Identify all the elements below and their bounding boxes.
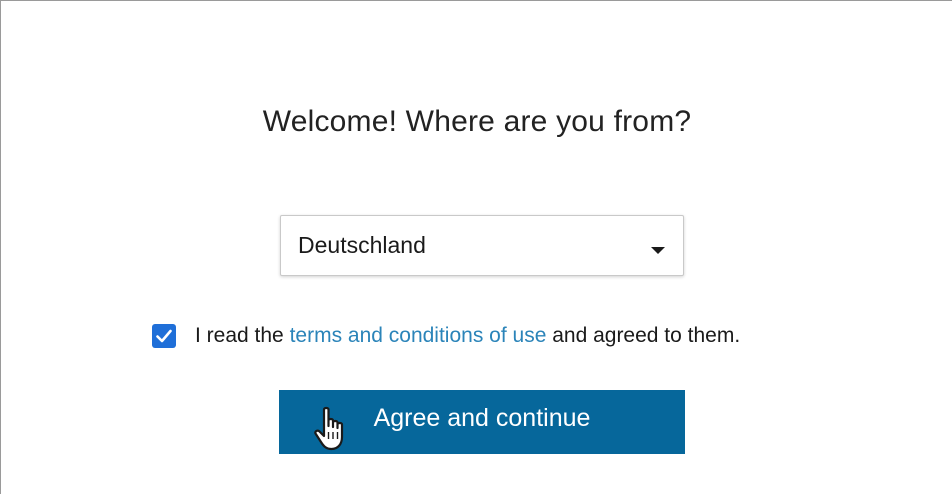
page-frame: Welcome! Where are you from? Deutschland… bbox=[0, 0, 952, 494]
terms-consent-text: I read the terms and conditions of use a… bbox=[195, 324, 740, 348]
hand-pointer-icon bbox=[314, 406, 344, 451]
checkmark-icon bbox=[156, 329, 172, 343]
caret-down-icon bbox=[651, 247, 665, 254]
page-title: Welcome! Where are you from? bbox=[262, 105, 692, 138]
country-select[interactable]: Deutschland bbox=[280, 215, 684, 276]
terms-consent-row: I read the terms and conditions of use a… bbox=[152, 323, 740, 349]
country-select-value: Deutschland bbox=[298, 232, 426, 258]
consent-text-after: and agreed to them. bbox=[546, 324, 741, 347]
consent-text-before: I read the bbox=[195, 324, 290, 347]
terms-link[interactable]: terms and conditions of use bbox=[290, 324, 547, 347]
terms-checkbox[interactable] bbox=[152, 324, 176, 348]
